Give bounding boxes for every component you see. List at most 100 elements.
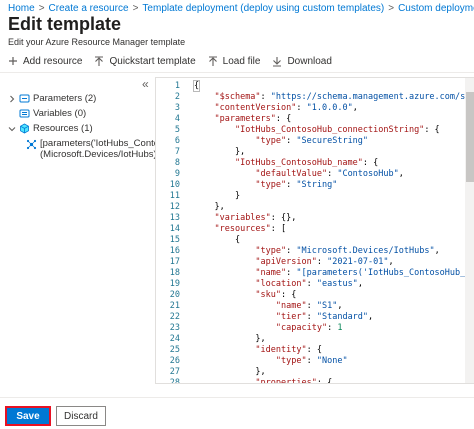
code-token: "IotHubs_ContosoHub_connectionString" xyxy=(234,125,425,135)
add-resource-button[interactable]: Add resource xyxy=(8,56,82,67)
tree-item-resources[interactable]: Resources (1) xyxy=(8,123,93,134)
code-token: : xyxy=(260,92,271,102)
code-token: : xyxy=(296,103,307,113)
save-button[interactable]: Save xyxy=(5,406,51,426)
line-number: 1 xyxy=(174,81,180,91)
code-token: : xyxy=(306,279,317,289)
code-token: : xyxy=(327,323,338,333)
breadcrumb-separator: > xyxy=(388,3,395,14)
code-line: "resources": [ xyxy=(194,224,286,235)
code-token: "identity" xyxy=(255,345,307,355)
download-button[interactable]: Download xyxy=(272,56,332,67)
line-number: 27 xyxy=(169,367,180,377)
code-line: }, xyxy=(194,334,266,345)
line-number: 21 xyxy=(169,301,180,311)
code-token: "2021-07-01" xyxy=(327,257,389,267)
code-line: "location": "eastus", xyxy=(194,279,363,290)
quickstart-template-label: Quickstart template xyxy=(109,55,196,67)
code-line: "sku": { xyxy=(194,290,296,301)
code-token: "type" xyxy=(275,356,307,366)
code-token: "contentVersion" xyxy=(214,103,297,113)
line-number: 18 xyxy=(169,268,180,278)
discard-button[interactable]: Discard xyxy=(56,406,106,426)
download-icon xyxy=(273,56,282,67)
vertical-scrollbar[interactable] xyxy=(465,78,474,383)
code-line: "contentVersion": "1.0.0.0", xyxy=(194,103,357,114)
code-token: : { xyxy=(281,290,297,300)
code-token: "apiVersion" xyxy=(255,257,317,267)
line-number: 28 xyxy=(169,378,180,384)
tree-item-parameters[interactable]: Parameters (2) xyxy=(8,93,96,104)
tree-item-variables[interactable]: Variables (0) xyxy=(19,108,86,119)
code-token: 1 xyxy=(337,323,343,333)
code-line: "$schema": "https://schema.management.az… xyxy=(194,92,474,103)
code-token: "https://schema.management.azure.com/sch… xyxy=(270,92,474,102)
scrollbar-thumb[interactable] xyxy=(466,92,474,182)
breadcrumb-create-resource[interactable]: Create a resource xyxy=(49,3,129,14)
code-token: : xyxy=(306,301,317,311)
breadcrumb-custom-deployment[interactable]: Custom deployment xyxy=(398,3,474,14)
code-line: "defaultValue": "ContosoHub", xyxy=(194,169,404,180)
line-number: 26 xyxy=(169,356,180,366)
code-token: , xyxy=(434,246,440,256)
code-token: } xyxy=(194,191,241,201)
code-token: }, xyxy=(194,334,266,344)
breadcrumb-template-deployment[interactable]: Template deployment (deploy using custom… xyxy=(142,3,384,14)
code-token: "None" xyxy=(316,356,348,366)
line-number: 5 xyxy=(174,125,180,135)
iothub-type-text: (Microsoft.Devices/IotHubs) xyxy=(40,149,157,160)
code-token: , xyxy=(398,169,404,179)
code-token: "[parameters('IotHubs_ContosoHub_name')]… xyxy=(296,268,474,278)
code-line: "parameters": { xyxy=(194,114,291,125)
code-token: : [ xyxy=(270,224,287,234)
load-file-button[interactable]: Load file xyxy=(208,56,260,67)
code-token: , xyxy=(337,301,343,311)
breadcrumb-home[interactable]: Home xyxy=(8,3,35,14)
line-number: 22 xyxy=(169,312,180,322)
add-resource-label: Add resource xyxy=(23,55,83,67)
code-token: "name" xyxy=(255,268,287,278)
code-token: "capacity" xyxy=(275,323,328,333)
code-token: "String" xyxy=(296,180,338,190)
code-token: : { xyxy=(275,114,292,124)
code-line: } xyxy=(194,191,240,202)
code-token: : xyxy=(286,246,297,256)
quickstart-template-button[interactable]: Quickstart template xyxy=(94,55,196,67)
collapse-sidebar-button[interactable]: « xyxy=(142,77,149,91)
chevron-right-icon[interactable] xyxy=(8,95,16,103)
code-token: , xyxy=(368,312,374,322)
code-line: "apiVersion": "2021-07-01", xyxy=(194,257,393,268)
tree-item-iothub-resource[interactable]: [parameters('IotHubs_ContosoHub (Microso… xyxy=(26,138,164,160)
line-number: 14 xyxy=(169,224,180,234)
code-line: { xyxy=(192,80,201,92)
code-token: "variables" xyxy=(214,213,271,223)
code-token: "type" xyxy=(255,246,287,256)
line-number: 3 xyxy=(174,103,180,113)
breadcrumb: Home > Create a resource > Template deployme… xyxy=(8,3,474,14)
breadcrumb-separator: > xyxy=(132,3,139,14)
chevron-down-icon[interactable] xyxy=(8,125,16,133)
line-number: 6 xyxy=(174,136,180,146)
code-token: "sku" xyxy=(255,290,282,300)
template-code-editor[interactable]: 1 2 3 4 5 6 7 8 9 10 11 12 13 14 15 16 17 18 19 20 21 22 23 24 2… xyxy=(155,77,474,384)
breadcrumb-separator: > xyxy=(38,3,45,14)
line-number: 12 xyxy=(169,202,180,212)
code-line: "capacity": 1 xyxy=(194,323,343,334)
code-line: "name": "[parameters('IotHubs_ContosoHub… xyxy=(194,268,474,279)
iothub-name-text: [parameters('IotHubs_ContosoHub xyxy=(40,138,164,149)
line-number: 8 xyxy=(174,158,180,168)
line-number: 20 xyxy=(169,290,180,300)
line-number: 2 xyxy=(174,92,180,102)
code-line: "identity": { xyxy=(194,345,322,356)
line-number: 11 xyxy=(169,191,180,201)
code-token: , xyxy=(357,279,363,289)
